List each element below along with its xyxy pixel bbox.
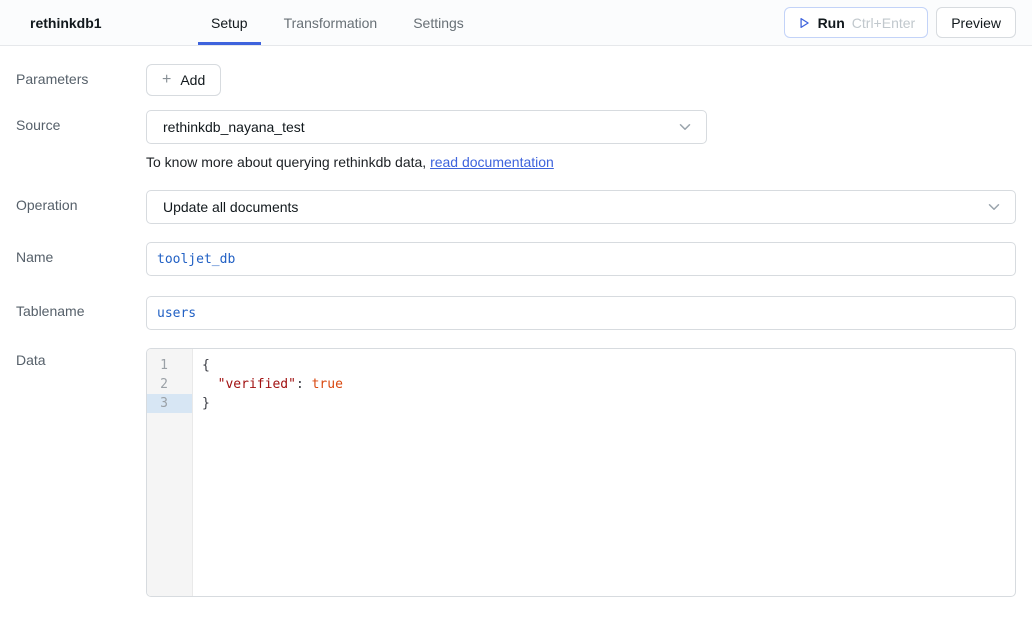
line-number: 1 (147, 356, 192, 375)
header-actions: Run Ctrl+Enter Preview (784, 0, 1016, 45)
helper-prefix: To know more about querying rethinkdb da… (146, 154, 430, 170)
tablename-label: Tablename (16, 296, 146, 319)
json-value: true (312, 377, 343, 392)
chevron-down-icon (676, 118, 694, 136)
tab-transformation[interactable]: Transformation (271, 0, 391, 45)
play-icon (797, 16, 811, 30)
source-helper-text: To know more about querying rethinkdb da… (146, 153, 1016, 172)
name-input[interactable] (146, 242, 1016, 276)
name-label: Name (16, 242, 146, 265)
query-title: rethinkdb1 (30, 15, 180, 31)
parameters-label: Parameters (16, 64, 146, 87)
line-number-active: 3 (147, 394, 192, 413)
query-editor-header: rethinkdb1 Setup Transformation Settings… (0, 0, 1032, 46)
run-button[interactable]: Run Ctrl+Enter (784, 7, 929, 38)
code-line: "verified": true (202, 375, 1015, 394)
code-line: { (202, 356, 1015, 375)
data-label: Data (16, 348, 146, 368)
tab-bar: Setup Transformation Settings (198, 0, 477, 45)
source-select[interactable]: rethinkdb_nayana_test (146, 110, 707, 144)
operation-row: Operation Update all documents (16, 190, 1016, 224)
operation-select[interactable]: Update all documents (146, 190, 1016, 224)
tablename-input[interactable] (146, 296, 1016, 330)
query-setup-panel: Parameters + Add Source rethinkdb_nayana… (0, 46, 1032, 597)
code-line: } (202, 394, 1015, 413)
parameters-row: Parameters + Add (16, 64, 1016, 96)
add-parameter-label: Add (180, 72, 205, 88)
read-documentation-link[interactable]: read documentation (430, 154, 554, 170)
add-parameter-button[interactable]: + Add (146, 64, 221, 96)
tab-settings[interactable]: Settings (400, 0, 477, 45)
tab-setup[interactable]: Setup (198, 0, 261, 45)
line-number: 2 (147, 375, 192, 394)
source-row: Source rethinkdb_nayana_test To know mor… (16, 110, 1016, 172)
name-row: Name (16, 242, 1016, 276)
data-code-editor[interactable]: 1 2 3 { "verified": true } (146, 348, 1016, 597)
chevron-down-icon (985, 198, 1003, 216)
data-row: Data 1 2 3 { "verified": true } (16, 348, 1016, 597)
operation-label: Operation (16, 190, 146, 213)
tablename-row: Tablename (16, 296, 1016, 330)
line-number-gutter: 1 2 3 (147, 349, 193, 596)
json-key: "verified" (218, 377, 296, 392)
source-label: Source (16, 110, 146, 133)
source-select-value: rethinkdb_nayana_test (163, 119, 305, 135)
run-label: Run (818, 15, 845, 31)
plus-icon: + (162, 72, 171, 88)
run-shortcut: Ctrl+Enter (852, 15, 915, 31)
code-content[interactable]: { "verified": true } (193, 349, 1015, 596)
operation-select-value: Update all documents (163, 199, 298, 215)
preview-button[interactable]: Preview (936, 7, 1016, 38)
